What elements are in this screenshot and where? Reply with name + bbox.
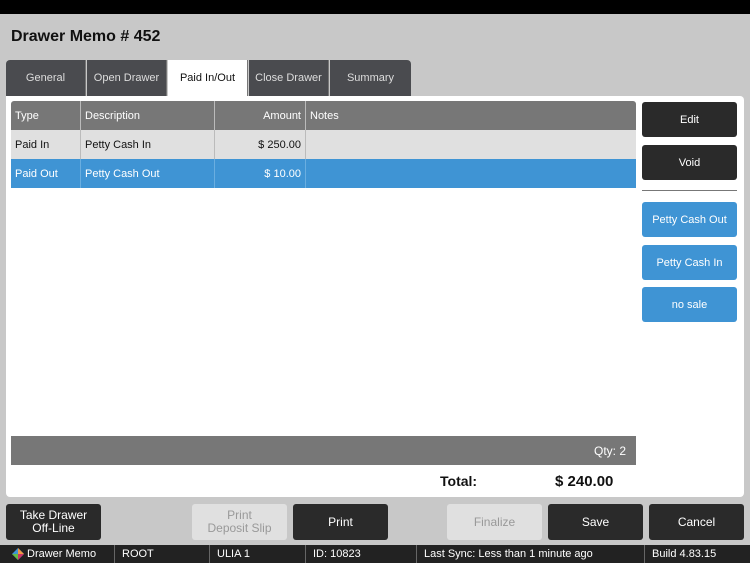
cancel-button[interactable]: Cancel — [649, 504, 744, 540]
cell-notes — [306, 130, 636, 159]
divider — [642, 190, 737, 191]
petty-cash-out-button[interactable]: Petty Cash Out — [642, 202, 737, 237]
status-sync: Last Sync: Less than 1 minute ago — [417, 545, 645, 563]
qty-summary: Qty: 2 — [11, 436, 636, 465]
tab-close-drawer[interactable]: Close Drawer — [249, 60, 329, 96]
status-user: ROOT — [115, 545, 210, 563]
table-row-selected[interactable]: Paid Out Petty Cash Out $ 10.00 — [11, 159, 636, 188]
status-id: ID: 10823 — [306, 545, 417, 563]
cell-description: Petty Cash Out — [81, 159, 215, 188]
page-title: Drawer Memo # 452 — [11, 28, 161, 45]
edit-button[interactable]: Edit — [642, 102, 737, 137]
total-value: $ 240.00 — [555, 473, 614, 490]
tab-open-drawer[interactable]: Open Drawer — [87, 60, 167, 96]
print-deposit-slip-button[interactable]: Print Deposit Slip — [192, 504, 287, 540]
top-bar — [0, 0, 750, 14]
tab-summary[interactable]: Summary — [330, 60, 411, 96]
tab-paid-in-out[interactable]: Paid In/Out — [168, 60, 248, 96]
status-build: Build 4.83.15 — [652, 548, 717, 560]
cell-amount: $ 10.00 — [215, 159, 306, 188]
table-header: Type Description Amount Notes — [11, 101, 636, 130]
header-description: Description — [81, 101, 215, 130]
header-type: Type — [11, 101, 81, 130]
status-app-label: Drawer Memo — [27, 548, 97, 560]
tab-general[interactable]: General — [6, 60, 86, 96]
cell-amount: $ 250.00 — [215, 130, 306, 159]
save-button[interactable]: Save — [548, 504, 643, 540]
table-row[interactable]: Paid In Petty Cash In $ 250.00 — [11, 130, 636, 159]
take-drawer-offline-button[interactable]: Take Drawer Off-Line — [6, 504, 101, 540]
finalize-button[interactable]: Finalize — [447, 504, 542, 540]
status-station: ULIA 1 — [210, 545, 306, 563]
cell-type: Paid Out — [11, 159, 81, 188]
void-button[interactable]: Void — [642, 145, 737, 180]
no-sale-button[interactable]: no sale — [642, 287, 737, 322]
cell-type: Paid In — [11, 130, 81, 159]
total-label: Total: — [440, 473, 478, 489]
status-bar: Drawer Memo ROOT ULIA 1 ID: 10823 Last S… — [0, 545, 750, 563]
header-amount: Amount — [215, 101, 306, 130]
header-notes: Notes — [310, 109, 339, 122]
petty-cash-in-button[interactable]: Petty Cash In — [642, 245, 737, 280]
print-button[interactable]: Print — [293, 504, 388, 540]
cell-description: Petty Cash In — [81, 130, 215, 159]
cell-notes — [306, 159, 636, 188]
app-logo-icon — [12, 548, 24, 560]
status-app: Drawer Memo — [0, 545, 115, 563]
